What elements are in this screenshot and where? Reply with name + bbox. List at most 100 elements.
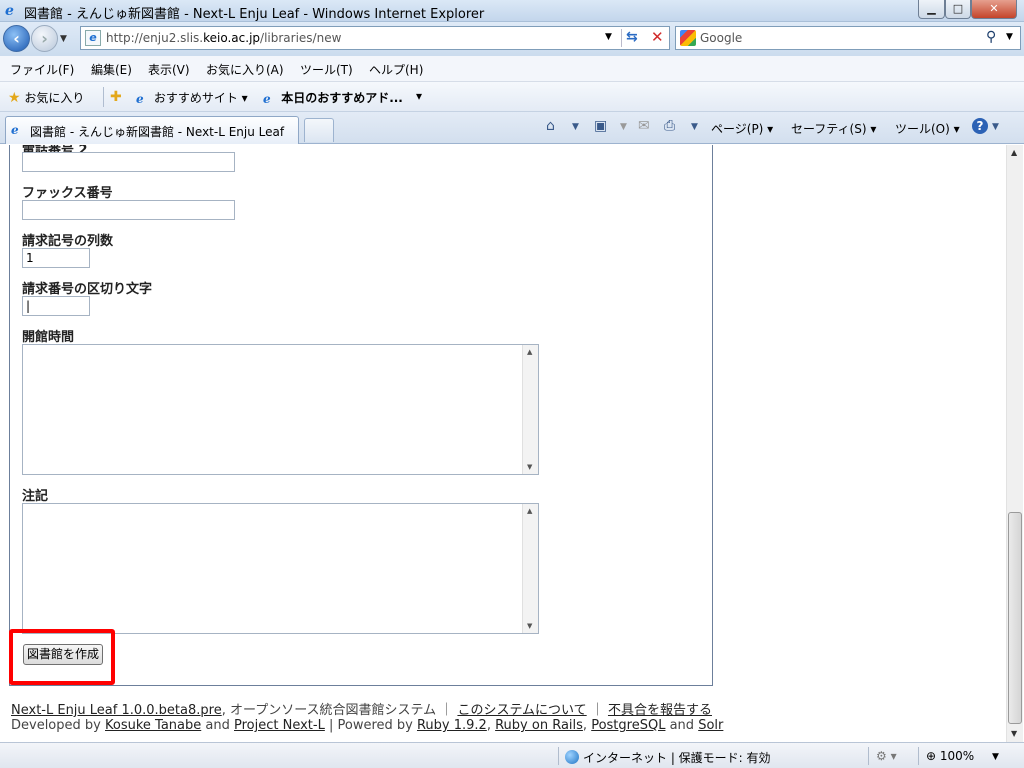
title-bar: e 図書館 - えんじゅ新図書館 - Next-L Enju Leaf - Wi… [0, 0, 1024, 22]
phone-2-field[interactable] [22, 152, 235, 172]
web-slice-dropdown-icon[interactable]: ▾ [416, 89, 422, 103]
favorites-button[interactable]: ★ お気に入り [8, 89, 84, 106]
call-number-rows-label: 請求記号の列数 [22, 234, 114, 249]
scrollbar-thumb[interactable] [1008, 512, 1022, 724]
web-slice-gallery-button[interactable]: e 本日のおすすめアド... [263, 89, 403, 106]
report-bug-link[interactable]: 不具合を報告する [608, 703, 712, 718]
scroll-down-icon[interactable]: ▼ [527, 463, 532, 471]
page-scrollbar[interactable]: ▲ ▼ [1006, 145, 1023, 742]
ruby-link[interactable]: Ruby 1.9.2 [417, 718, 487, 733]
tools-menu-button[interactable]: ツール(O) ▾ [895, 120, 960, 137]
scroll-up-icon[interactable]: ▲ [527, 348, 532, 356]
maximize-button[interactable]: □ [945, 0, 971, 19]
page-viewport: 電話番号 2 ファックス番号 請求記号の列数 1 請求番号の区切り文字 | 開館… [0, 145, 1006, 742]
menu-tools[interactable]: ツール(T) [300, 61, 353, 78]
forward-button[interactable]: › [31, 25, 58, 52]
fax-label: ファックス番号 [22, 186, 113, 201]
minimize-button[interactable]: ▁ [918, 0, 945, 19]
home-dropdown-icon[interactable]: ▼ [572, 122, 579, 132]
textarea-scrollbar[interactable]: ▲ ▼ [522, 504, 538, 633]
about-link[interactable]: このシステムについて [457, 703, 586, 718]
footer-line-1: Next-L Enju Leaf 1.0.0.beta8.pre, オープンソー… [11, 699, 712, 718]
powered-by-text: | Powered by [328, 718, 413, 733]
note-label: 注記 [22, 489, 49, 504]
window-title: 図書館 - えんじゅ新図書館 - Next-L Enju Leaf - Wind… [24, 7, 485, 22]
page-menu-button[interactable]: ページ(P) ▾ [711, 120, 773, 137]
menu-bar: ファイル(F) 編集(E) 表示(V) お気に入り(A) ツール(T) ヘルプ(… [0, 56, 1024, 82]
solr-link[interactable]: Solr [698, 718, 723, 733]
close-window-button[interactable]: ✕ [971, 0, 1017, 19]
popup-blocker-icon[interactable]: ⚙ ▾ [876, 749, 897, 763]
fax-field[interactable] [22, 200, 235, 220]
search-icon[interactable]: ⚲ [986, 29, 996, 45]
safety-menu-button[interactable]: セーフティ(S) ▾ [791, 120, 876, 137]
zoom-dropdown-icon[interactable]: ▼ [992, 752, 999, 762]
back-button[interactable]: ‹ [3, 25, 30, 52]
note-textarea[interactable]: ▲ ▼ [22, 503, 539, 634]
stop-icon[interactable]: ✕ [651, 28, 664, 46]
ie-page-icon: e [136, 92, 144, 106]
product-link[interactable]: Next-L Enju Leaf 1.0.0.beta8.pre [11, 703, 222, 718]
refresh-icon[interactable]: ⇆ [626, 29, 638, 45]
search-options-dropdown-icon[interactable]: ▼ [1006, 32, 1013, 42]
rails-link[interactable]: Ruby on Rails [495, 718, 583, 733]
scroll-down-icon[interactable]: ▼ [1011, 729, 1017, 738]
search-box[interactable]: Google ⚲ ▼ [675, 26, 1021, 50]
mail-icon[interactable]: ✉ [638, 118, 650, 134]
google-icon [680, 30, 696, 46]
tab-library[interactable]: e 図書館 - えんじゅ新図書館 - Next-L Enju Leaf [5, 116, 299, 144]
help-dropdown-icon[interactable]: ▼ [992, 122, 999, 132]
ie-logo-icon: e [5, 3, 14, 19]
tab-label: 図書館 - えんじゅ新図書館 - Next-L Enju Leaf [30, 125, 285, 139]
menu-edit[interactable]: 編集(E) [91, 61, 132, 78]
call-number-rows-field[interactable]: 1 [22, 248, 90, 268]
add-favorite-icon[interactable]: ✚ [110, 89, 122, 105]
recent-pages-dropdown-icon[interactable]: ▼ [60, 34, 67, 44]
tab-bar: e 図書館 - えんじゅ新図書館 - Next-L Enju Leaf ⌂ ▼ … [0, 112, 1024, 144]
address-dropdown-icon[interactable]: ▼ [605, 32, 612, 42]
footer-separator: ｜ [590, 703, 604, 718]
product-description: , オープンソース統合図書館システム ｜ [221, 703, 454, 718]
zoom-level[interactable]: ⊕ 100% [926, 749, 974, 763]
project-link[interactable]: Project Next-L [234, 718, 325, 733]
and-text: and [205, 718, 230, 733]
help-icon[interactable]: ? [972, 118, 988, 134]
globe-icon [565, 750, 579, 764]
feeds-dropdown-icon[interactable]: ▼ [620, 122, 627, 132]
ie-page-icon: e [11, 123, 19, 137]
print-icon[interactable]: ⎙ [664, 118, 675, 134]
postgresql-link[interactable]: PostgreSQL [591, 718, 665, 733]
home-icon[interactable]: ⌂ [546, 118, 555, 134]
opening-hour-label: 開館時間 [22, 330, 75, 345]
navigation-bar: ‹ › ▼ e http://enju2.slis.keio.ac.jp/lib… [0, 22, 1024, 56]
call-number-delimiter-label: 請求番号の区切り文字 [22, 282, 153, 297]
author-link[interactable]: Kosuke Tanabe [105, 718, 201, 733]
footer-line-2: Developed by Kosuke Tanabe and Project N… [11, 718, 723, 733]
scroll-down-icon[interactable]: ▼ [527, 622, 532, 630]
menu-view[interactable]: 表示(V) [148, 61, 190, 78]
menu-file[interactable]: ファイル(F) [10, 61, 74, 78]
page-icon: e [85, 30, 101, 46]
suggested-sites-button[interactable]: e おすすめサイト ▾ [136, 89, 248, 106]
new-tab-button[interactable] [304, 118, 334, 142]
textarea-scrollbar[interactable]: ▲ ▼ [522, 345, 538, 474]
opening-hour-textarea[interactable]: ▲ ▼ [22, 344, 539, 475]
call-number-delimiter-field[interactable]: | [22, 296, 90, 316]
security-zone[interactable]: インターネット | 保護モード: 有効 [565, 749, 771, 766]
address-url[interactable]: http://enju2.slis.keio.ac.jp/libraries/n… [106, 31, 341, 45]
print-dropdown-icon[interactable]: ▼ [691, 122, 698, 132]
favorites-separator [103, 87, 104, 107]
status-separator [868, 747, 869, 765]
menu-help[interactable]: ヘルプ(H) [369, 61, 423, 78]
menu-favorites[interactable]: お気に入り(A) [206, 61, 284, 78]
scroll-up-icon[interactable]: ▲ [1011, 148, 1017, 157]
comma-text: , [582, 718, 588, 733]
search-input[interactable]: Google [700, 31, 742, 45]
address-separator [621, 29, 622, 47]
star-icon: ★ [8, 90, 21, 106]
scroll-up-icon[interactable]: ▲ [527, 507, 532, 515]
status-separator [558, 747, 559, 765]
feeds-icon[interactable]: ▣ [594, 118, 607, 134]
address-bar[interactable]: e http://enju2.slis.keio.ac.jp/libraries… [80, 26, 670, 50]
developed-by-text: Developed by [11, 718, 101, 733]
